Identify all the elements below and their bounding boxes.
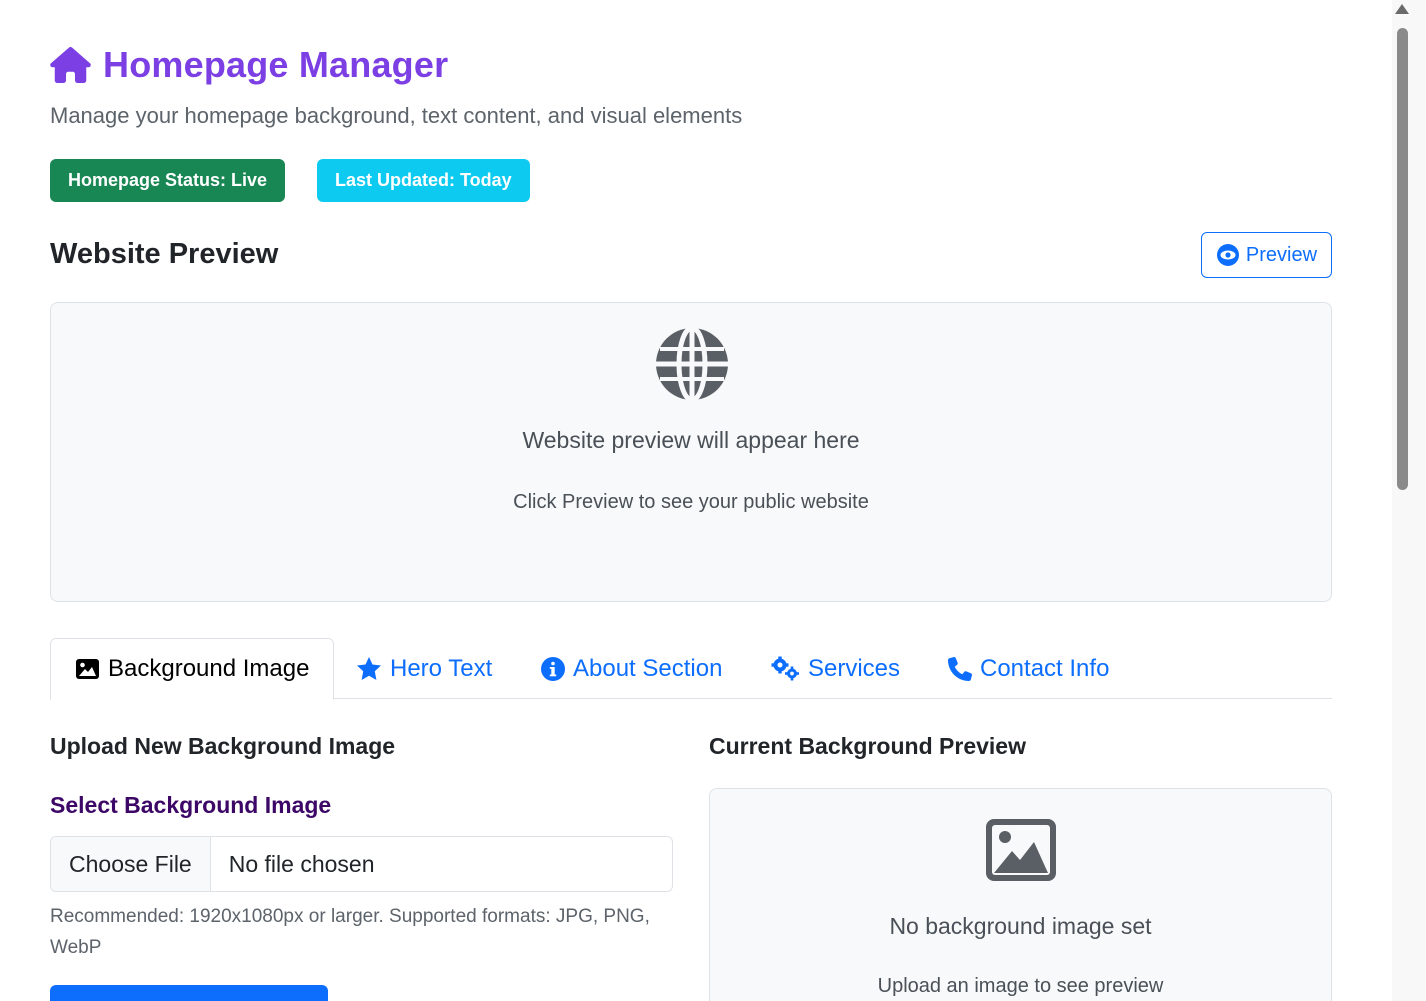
upload-submit-button[interactable] (50, 985, 328, 1001)
current-preview-title: Current Background Preview (709, 733, 1026, 759)
settings-tabs: Background Image Hero Text About Section… (50, 638, 1332, 700)
image-placeholder-icon (986, 819, 1056, 881)
background-file-input[interactable]: Choose File No file chosen (50, 836, 673, 892)
page-title: Homepage Manager (103, 44, 449, 85)
home-icon (50, 47, 91, 83)
preview-button[interactable]: Preview (1201, 232, 1332, 278)
tab-services[interactable]: Services (770, 638, 900, 699)
last-updated-badge: Last Updated: Today (317, 159, 530, 202)
upload-section-title: Upload New Background Image (50, 733, 396, 759)
website-preview-frame: Website preview will appear here Click P… (50, 302, 1332, 602)
page-subtitle: Manage your homepage background, text co… (50, 103, 743, 128)
upload-hint-text: Upload an image to see preview (877, 975, 1164, 997)
vertical-scrollbar[interactable] (1392, 0, 1426, 1001)
preview-button-label: Preview (1245, 243, 1318, 266)
tab-label: About Section (573, 654, 723, 682)
choose-file-button[interactable]: Choose File (51, 837, 211, 891)
tab-label: Services (808, 654, 901, 682)
background-preview-frame: No background image set Upload an image … (709, 788, 1332, 1001)
globe-icon (656, 327, 728, 401)
info-icon (541, 656, 565, 681)
background-image-label: Select Background Image (50, 792, 332, 818)
tab-label: Background Image (108, 655, 310, 682)
tab-hero-text[interactable]: Hero Text (356, 638, 492, 699)
image-icon (76, 659, 99, 679)
phone-icon (948, 656, 972, 681)
file-status-text: No file chosen (228, 850, 375, 877)
tab-about-section[interactable]: About Section (541, 638, 722, 699)
upload-help-text: Recommended: 1920x1080px or larger. Supp… (50, 906, 650, 958)
tab-label: Hero Text (390, 654, 493, 682)
eye-icon (1216, 244, 1239, 266)
preview-placeholder-subtitle: Click Preview to see your public website (513, 491, 869, 513)
no-background-text: No background image set (889, 913, 1152, 939)
scroll-up-arrow-icon[interactable] (1395, 4, 1409, 14)
tab-background-image[interactable]: Background Image (50, 638, 335, 700)
website-preview-title: Website Preview (50, 238, 279, 270)
scroll-thumb[interactable] (1397, 28, 1408, 490)
status-badge: Homepage Status: Live (50, 159, 286, 202)
tab-label: Contact Info (980, 654, 1110, 682)
gears-icon (771, 656, 799, 681)
upload-panel: Upload New Background Image Select Backg… (50, 733, 673, 1001)
preview-placeholder-title: Website preview will appear here (522, 427, 860, 453)
tab-contact-info[interactable]: Contact Info (948, 638, 1109, 699)
page-header: Homepage Manager (50, 44, 448, 86)
current-preview-panel: Current Background Preview No background… (709, 733, 1332, 1001)
star-icon (357, 657, 381, 680)
